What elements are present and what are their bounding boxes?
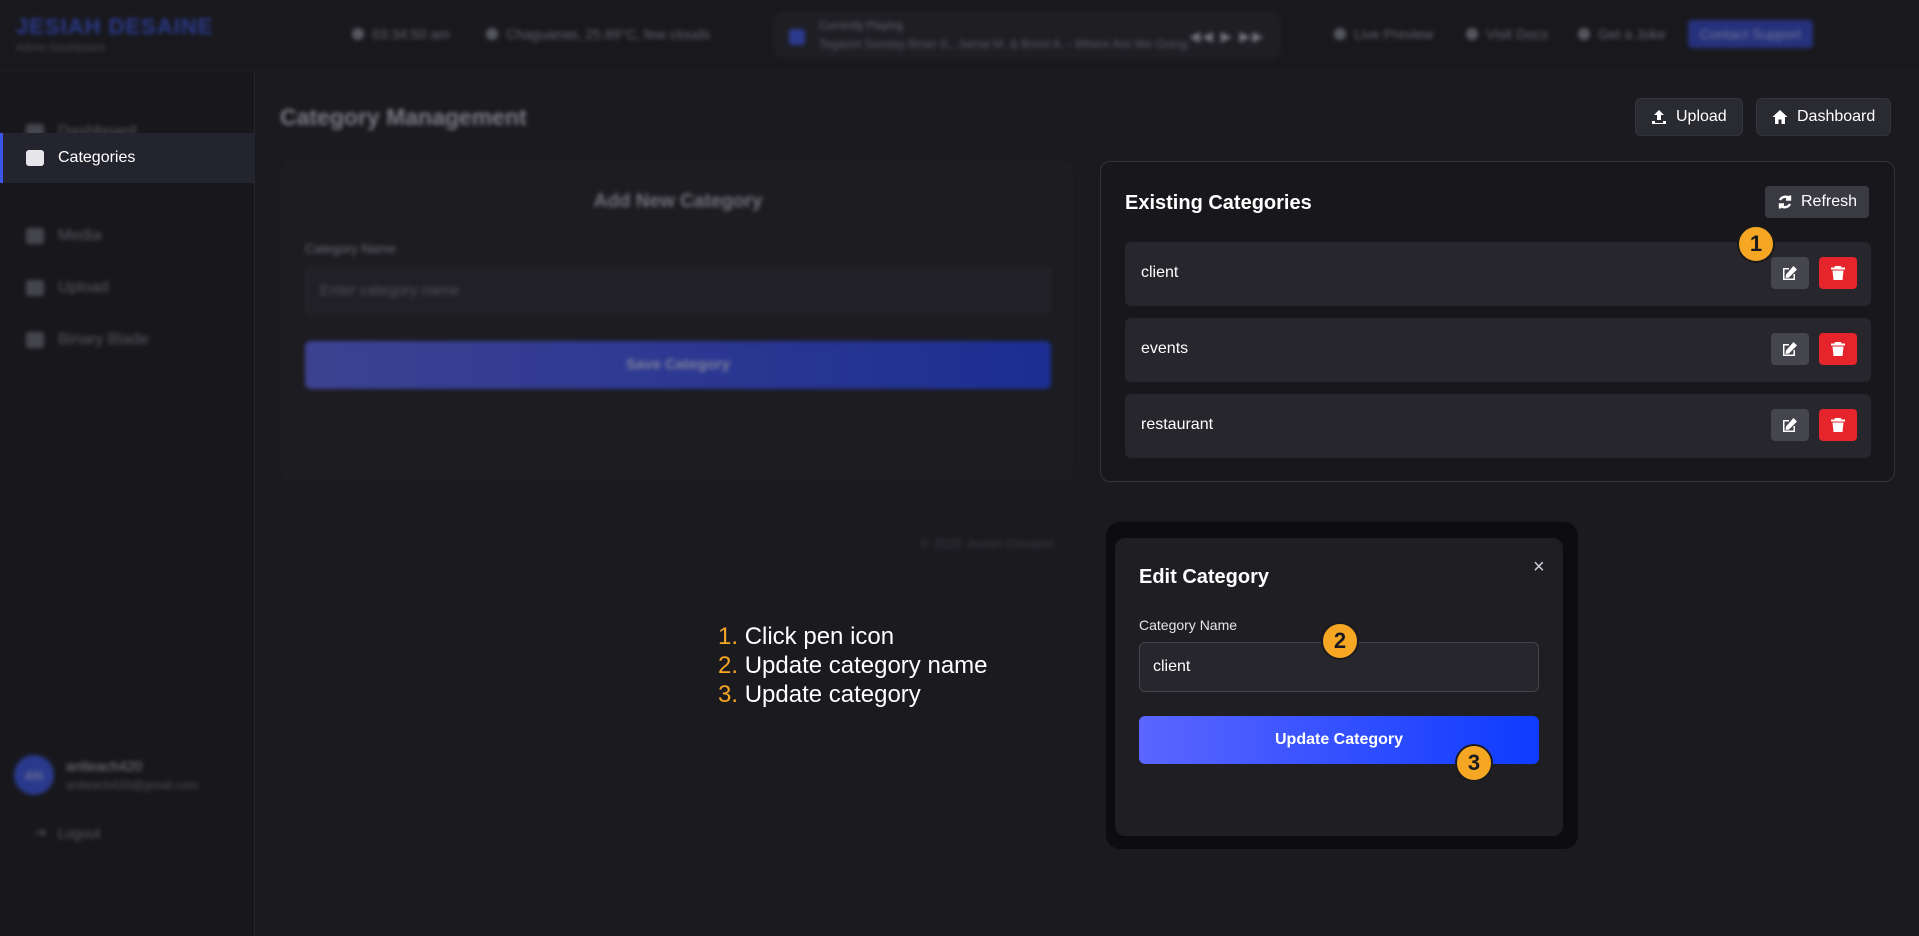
sidebar-item-media[interactable]: Media (0, 211, 255, 261)
delete-button[interactable] (1819, 333, 1857, 365)
player-label: Currently Playing (819, 20, 903, 32)
sidebar-item-categories[interactable]: Categories (0, 133, 255, 183)
instruction-step: 1. Click pen icon (718, 622, 988, 651)
refresh-label: Refresh (1801, 193, 1858, 210)
clock-time: 03:34:50 am (372, 26, 450, 42)
step-text: Update category (744, 681, 921, 708)
dashboard-button[interactable]: Dashboard (1756, 98, 1892, 136)
refresh-icon (1778, 195, 1792, 209)
sidebar: Dashboard Categories Media Upload Binary… (0, 72, 255, 936)
add-category-card: Add New Category Category Name Enter cat… (282, 162, 1072, 480)
step-number: 3. (718, 681, 739, 708)
step-badge-1: 1 (1737, 225, 1775, 263)
step-number: 1. (718, 623, 739, 650)
instruction-steps: 1. Click pen icon 2. Update category nam… (718, 622, 988, 709)
delete-button[interactable] (1819, 409, 1857, 441)
weather-text: Chaguanas, 25.89°C, few clouds (506, 26, 711, 42)
footer-text: © 2025 Jesiah Desaine (920, 536, 1055, 551)
sidebar-item-binary-blade[interactable]: Binary Blade (0, 315, 255, 365)
edit-button[interactable] (1771, 257, 1809, 289)
edit-button[interactable] (1771, 409, 1809, 441)
close-icon[interactable]: × (1533, 556, 1545, 579)
live-preview-link[interactable]: Live Preview (1334, 26, 1433, 42)
instruction-step: 2. Update category name (718, 651, 988, 680)
clock: 03:34:50 am (352, 26, 450, 42)
top-bar: JESIAH DESAINE Admin Dashboard 03:34:50 … (0, 0, 1919, 72)
dashboard-label: Dashboard (1797, 108, 1876, 125)
brand[interactable]: JESIAH DESAINE Admin Dashboard (16, 14, 213, 54)
book-icon (1466, 28, 1478, 40)
home-icon (1772, 110, 1788, 124)
step-text: Update category name (744, 652, 988, 679)
avatar: AN (14, 755, 54, 795)
upload-label: Upload (1676, 108, 1727, 125)
clock-icon (352, 28, 364, 40)
modal-field-label: Category Name (1139, 617, 1238, 633)
camera-icon (26, 228, 44, 244)
add-category-title: Add New Category (593, 191, 763, 212)
user-name: antleach420 (66, 758, 143, 774)
folder-icon (26, 150, 44, 166)
category-name-input[interactable]: Enter category name (305, 267, 1051, 315)
logout-label: Logout (57, 824, 101, 841)
eye-icon (1334, 28, 1346, 40)
sidebar-item-upload[interactable]: Upload (0, 263, 255, 313)
contact-support-button[interactable]: Contact Support (1688, 20, 1814, 48)
category-name-label: Category Name (305, 241, 397, 256)
user-email: antleach420@gmail.com (66, 778, 199, 792)
cloud-icon (486, 28, 498, 40)
crop-icon (26, 332, 44, 348)
weather: Chaguanas, 25.89°C, few clouds (486, 26, 710, 42)
step-text: Click pen icon (744, 623, 895, 650)
smile-icon (1578, 28, 1590, 40)
player-track: Tegazot Sunday Brian S., Jamal M. & Bren… (819, 37, 1188, 51)
player-controls[interactable]: ◀◀ ▶ ▶▶ (1189, 28, 1265, 45)
brand-subtitle: Admin Dashboard (16, 42, 105, 54)
category-name: restaurant (1141, 416, 1214, 433)
user-profile[interactable]: AN antleach420 antleach420@gmail.com (14, 755, 198, 795)
trash-icon (1831, 266, 1845, 280)
modal-title: Edit Category (1139, 566, 1270, 588)
upload-button[interactable]: Upload (1635, 98, 1743, 136)
step-number: 2. (718, 652, 739, 679)
pen-icon (1783, 266, 1797, 280)
music-note-icon (789, 29, 805, 45)
existing-categories-card: Existing Categories Refresh client event… (1100, 161, 1895, 482)
existing-categories-title: Existing Categories (1125, 192, 1312, 214)
instruction-step: 3. Update category (718, 680, 988, 709)
pen-icon (1783, 418, 1797, 432)
category-name: events (1141, 340, 1189, 357)
trash-icon (1831, 418, 1845, 432)
upload-icon (1652, 110, 1666, 124)
logout-icon: ⇥ (34, 824, 46, 840)
visit-docs-link[interactable]: Visit Docs (1466, 26, 1548, 42)
music-player: Currently Playing Tegazot Sunday Brian S… (774, 12, 1280, 58)
category-row: events (1125, 318, 1871, 382)
trash-icon (1831, 342, 1845, 356)
get-joke-link[interactable]: Get a Joke (1578, 26, 1666, 42)
page-title: Category Management (280, 104, 527, 130)
sidebar-item-label: Categories (58, 149, 136, 166)
logout-button[interactable]: ⇥ Logout (34, 824, 101, 841)
pen-icon (1783, 342, 1797, 356)
step-badge-2: 2 (1321, 622, 1359, 660)
upload-icon (26, 280, 44, 296)
sidebar-item-label: Media (58, 227, 102, 244)
step-badge-3: 3 (1455, 744, 1493, 782)
edit-category-modal: Edit Category × Category Name Update Cat… (1115, 538, 1563, 836)
edit-button[interactable] (1771, 333, 1809, 365)
get-joke-label: Get a Joke (1598, 26, 1666, 42)
delete-button[interactable] (1819, 257, 1857, 289)
refresh-button[interactable]: Refresh (1765, 186, 1870, 218)
save-category-button[interactable]: Save Category (305, 341, 1051, 389)
category-name: client (1141, 264, 1179, 281)
brand-name: JESIAH DESAINE (16, 14, 214, 39)
live-preview-label: Live Preview (1354, 26, 1434, 42)
footer-divider (282, 515, 1894, 516)
sidebar-item-label: Binary Blade (58, 331, 149, 348)
sidebar-item-label: Upload (58, 279, 109, 296)
visit-docs-label: Visit Docs (1486, 26, 1548, 42)
category-row: restaurant (1125, 394, 1871, 458)
